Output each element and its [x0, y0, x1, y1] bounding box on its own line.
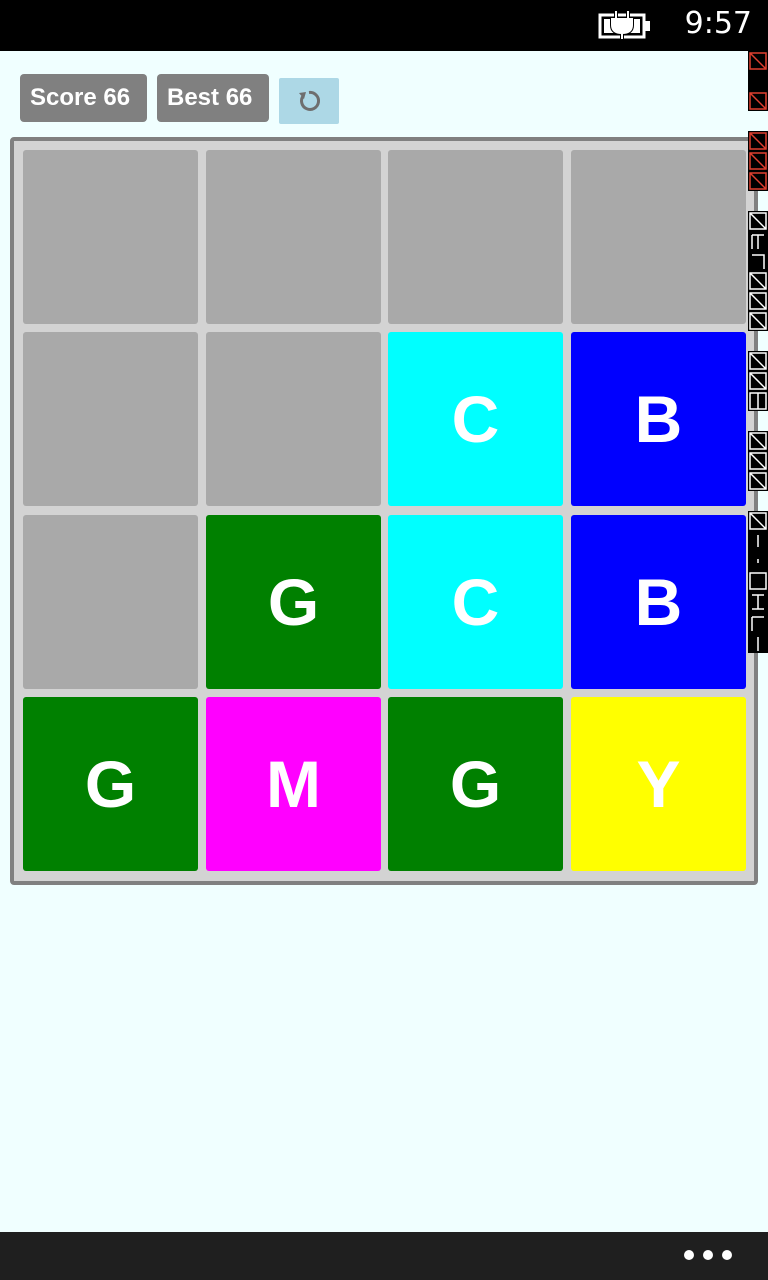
- tile-b: B: [571, 332, 746, 506]
- tile-g: G: [388, 697, 563, 871]
- empty-cell: [571, 150, 746, 324]
- tile-g: G: [206, 515, 381, 689]
- empty-cell: [206, 332, 381, 506]
- score-badge: Score 66: [20, 74, 147, 122]
- empty-cell: [23, 332, 198, 506]
- empty-cell: [23, 515, 198, 689]
- game-header: Score 66 Best 66: [0, 51, 768, 137]
- empty-cell: [388, 150, 563, 324]
- battery-charging-icon: [598, 11, 650, 41]
- empty-cell: [206, 150, 381, 324]
- restart-icon: [299, 90, 321, 111]
- frame-rate-counter: [748, 51, 768, 653]
- tile-m: M: [206, 697, 381, 871]
- dot: [684, 1250, 694, 1260]
- more-icon[interactable]: [684, 1250, 732, 1260]
- tile-b: B: [571, 515, 746, 689]
- status-bar: 9:57: [0, 0, 768, 51]
- game-board[interactable]: CBGCBGMGY: [10, 137, 758, 885]
- app-bar: [0, 1232, 768, 1280]
- tile-y: Y: [571, 697, 746, 871]
- tile-c: C: [388, 515, 563, 689]
- clock: 9:57: [684, 6, 752, 41]
- tile-g: G: [23, 697, 198, 871]
- tile-c: C: [388, 332, 563, 506]
- empty-cell: [23, 150, 198, 324]
- dot: [722, 1250, 732, 1260]
- restart-button[interactable]: [279, 78, 339, 124]
- best-score-badge: Best 66: [157, 74, 269, 122]
- dot: [703, 1250, 713, 1260]
